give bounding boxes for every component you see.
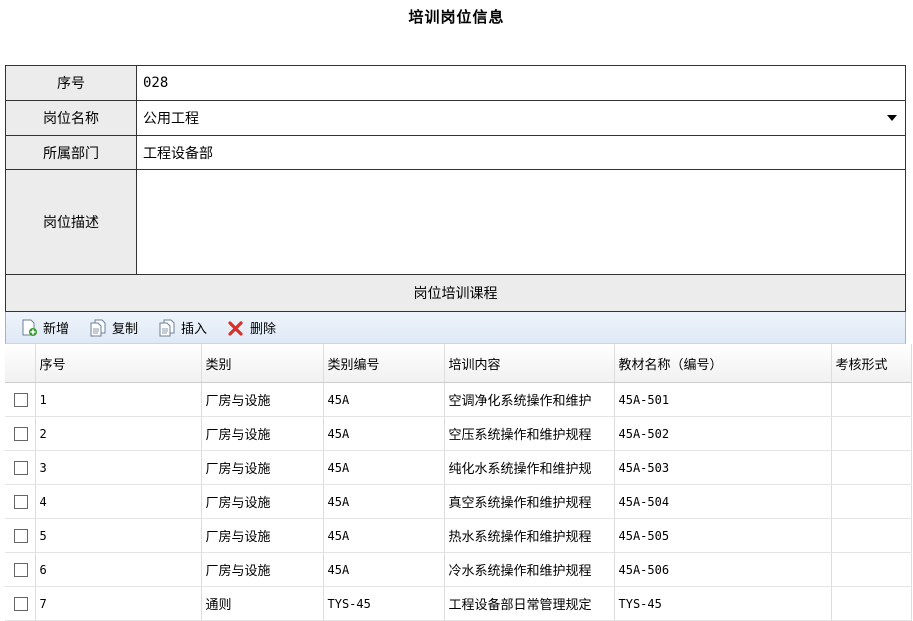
cell-material: 45A-506: [614, 552, 832, 587]
cell-material: 45A-503: [614, 450, 832, 485]
cell-seq: 7: [35, 586, 202, 621]
cell-exam-type: [831, 518, 912, 553]
cell-exam-type: [831, 416, 912, 451]
row-checkbox[interactable]: [14, 460, 28, 475]
desc-textarea[interactable]: [136, 169, 906, 275]
cell-content: 真空系统操作和维护规程: [444, 484, 615, 519]
delete-button[interactable]: 删除: [227, 318, 276, 337]
position-form: 序号 028 岗位名称 公用工程 所属部门 工程设备部 岗位描述 岗位培训课程: [5, 65, 906, 312]
cell-category: 厂房与设施: [201, 450, 324, 485]
cell-category-code: 45A: [323, 450, 445, 485]
page-title: 培训岗位信息: [408, 8, 505, 26]
cell-material: 45A-502: [614, 416, 832, 451]
seq-label: 序号: [5, 65, 137, 101]
position-name-value: 公用工程: [143, 111, 199, 127]
delete-label: 删除: [250, 322, 277, 337]
grid-toolbar: 新增 复制 插入 删除: [5, 312, 906, 344]
cell-category: 厂房与设施: [201, 382, 324, 417]
cell-exam-type: [831, 586, 912, 621]
cell-content: 空压系统操作和维护规程: [444, 416, 615, 451]
grid-header-row: 序号 类别 类别编号 培训内容 教材名称（编号） 考核形式: [5, 344, 912, 383]
add-label: 新增: [43, 322, 70, 337]
cell-material: 45A-504: [614, 484, 832, 519]
row-checkbox[interactable]: [14, 528, 28, 543]
header-seq[interactable]: 序号: [35, 344, 202, 383]
cell-exam-type: [831, 484, 912, 519]
cell-category-code: 45A: [323, 484, 445, 519]
row-checkbox[interactable]: [14, 494, 28, 509]
header-category[interactable]: 类别: [201, 344, 324, 383]
header-checkbox-col: [5, 344, 36, 383]
row-checkbox[interactable]: [14, 392, 28, 407]
table-row[interactable]: 5 厂房与设施 45A 热水系统操作和维护规程 45A-505: [5, 518, 912, 553]
cell-seq: 3: [35, 450, 202, 485]
position-name-select[interactable]: 公用工程: [136, 100, 906, 136]
cell-content: 纯化水系统操作和维护规: [444, 450, 615, 485]
dept-label: 所属部门: [5, 135, 137, 170]
cell-category: 通则: [201, 586, 324, 621]
header-content[interactable]: 培训内容: [444, 344, 615, 383]
cell-category-code: TYS-45: [323, 586, 445, 621]
cell-category-code: 45A: [323, 518, 445, 553]
header-category-code[interactable]: 类别编号: [323, 344, 445, 383]
cell-category: 厂房与设施: [201, 518, 324, 553]
cell-seq: 6: [35, 552, 202, 587]
new-doc-icon: [20, 319, 38, 337]
section-title: 岗位培训课程: [5, 274, 906, 312]
add-button[interactable]: 新增: [20, 318, 69, 337]
row-checkbox[interactable]: [14, 426, 28, 441]
cell-content: 冷水系统操作和维护规程: [444, 552, 615, 587]
insert-button[interactable]: 插入: [158, 318, 207, 337]
copy-button[interactable]: 复制: [89, 318, 138, 337]
copy-label: 复制: [112, 322, 139, 337]
cell-exam-type: [831, 450, 912, 485]
cell-category-code: 45A: [323, 382, 445, 417]
cell-content: 空调净化系统操作和维护: [444, 382, 615, 417]
copy-doc-icon: [89, 319, 107, 337]
cell-category-code: 45A: [323, 416, 445, 451]
cell-seq: 1: [35, 382, 202, 417]
dept-field[interactable]: 工程设备部: [136, 135, 906, 170]
table-row[interactable]: 1 厂房与设施 45A 空调净化系统操作和维护 45A-501: [5, 382, 912, 417]
cell-seq: 2: [35, 416, 202, 451]
cell-content: 热水系统操作和维护规程: [444, 518, 615, 553]
dropdown-arrow-icon[interactable]: [887, 115, 897, 121]
cell-category: 厂房与设施: [201, 552, 324, 587]
insert-doc-icon: [158, 319, 176, 337]
seq-field[interactable]: 028: [136, 65, 906, 101]
table-row[interactable]: 3 厂房与设施 45A 纯化水系统操作和维护规 45A-503: [5, 450, 912, 485]
header-material[interactable]: 教材名称（编号）: [614, 344, 832, 383]
cell-material: 45A-501: [614, 382, 832, 417]
table-row[interactable]: 4 厂房与设施 45A 真空系统操作和维护规程 45A-504: [5, 484, 912, 519]
table-row[interactable]: 7 通则 TYS-45 工程设备部日常管理规定 TYS-45: [5, 586, 912, 621]
insert-label: 插入: [181, 322, 208, 337]
row-checkbox[interactable]: [14, 596, 28, 611]
cell-content: 工程设备部日常管理规定: [444, 586, 615, 621]
header-exam-type[interactable]: 考核形式: [831, 344, 912, 383]
table-row[interactable]: 2 厂房与设施 45A 空压系统操作和维护规程 45A-502: [5, 416, 912, 451]
cell-material: TYS-45: [614, 586, 832, 621]
cell-exam-type: [831, 552, 912, 587]
cell-seq: 5: [35, 518, 202, 553]
cell-category: 厂房与设施: [201, 416, 324, 451]
table-row[interactable]: 6 厂房与设施 45A 冷水系统操作和维护规程 45A-506: [5, 552, 912, 587]
row-checkbox[interactable]: [14, 562, 28, 577]
cell-material: 45A-505: [614, 518, 832, 553]
desc-label: 岗位描述: [5, 169, 137, 275]
cell-category: 厂房与设施: [201, 484, 324, 519]
cell-exam-type: [831, 382, 912, 417]
cell-seq: 4: [35, 484, 202, 519]
position-name-label: 岗位名称: [5, 100, 137, 136]
delete-x-icon: [227, 319, 245, 337]
course-grid: 序号 类别 类别编号 培训内容 教材名称（编号） 考核形式 1 厂房与设施 45…: [5, 344, 912, 621]
cell-category-code: 45A: [323, 552, 445, 587]
